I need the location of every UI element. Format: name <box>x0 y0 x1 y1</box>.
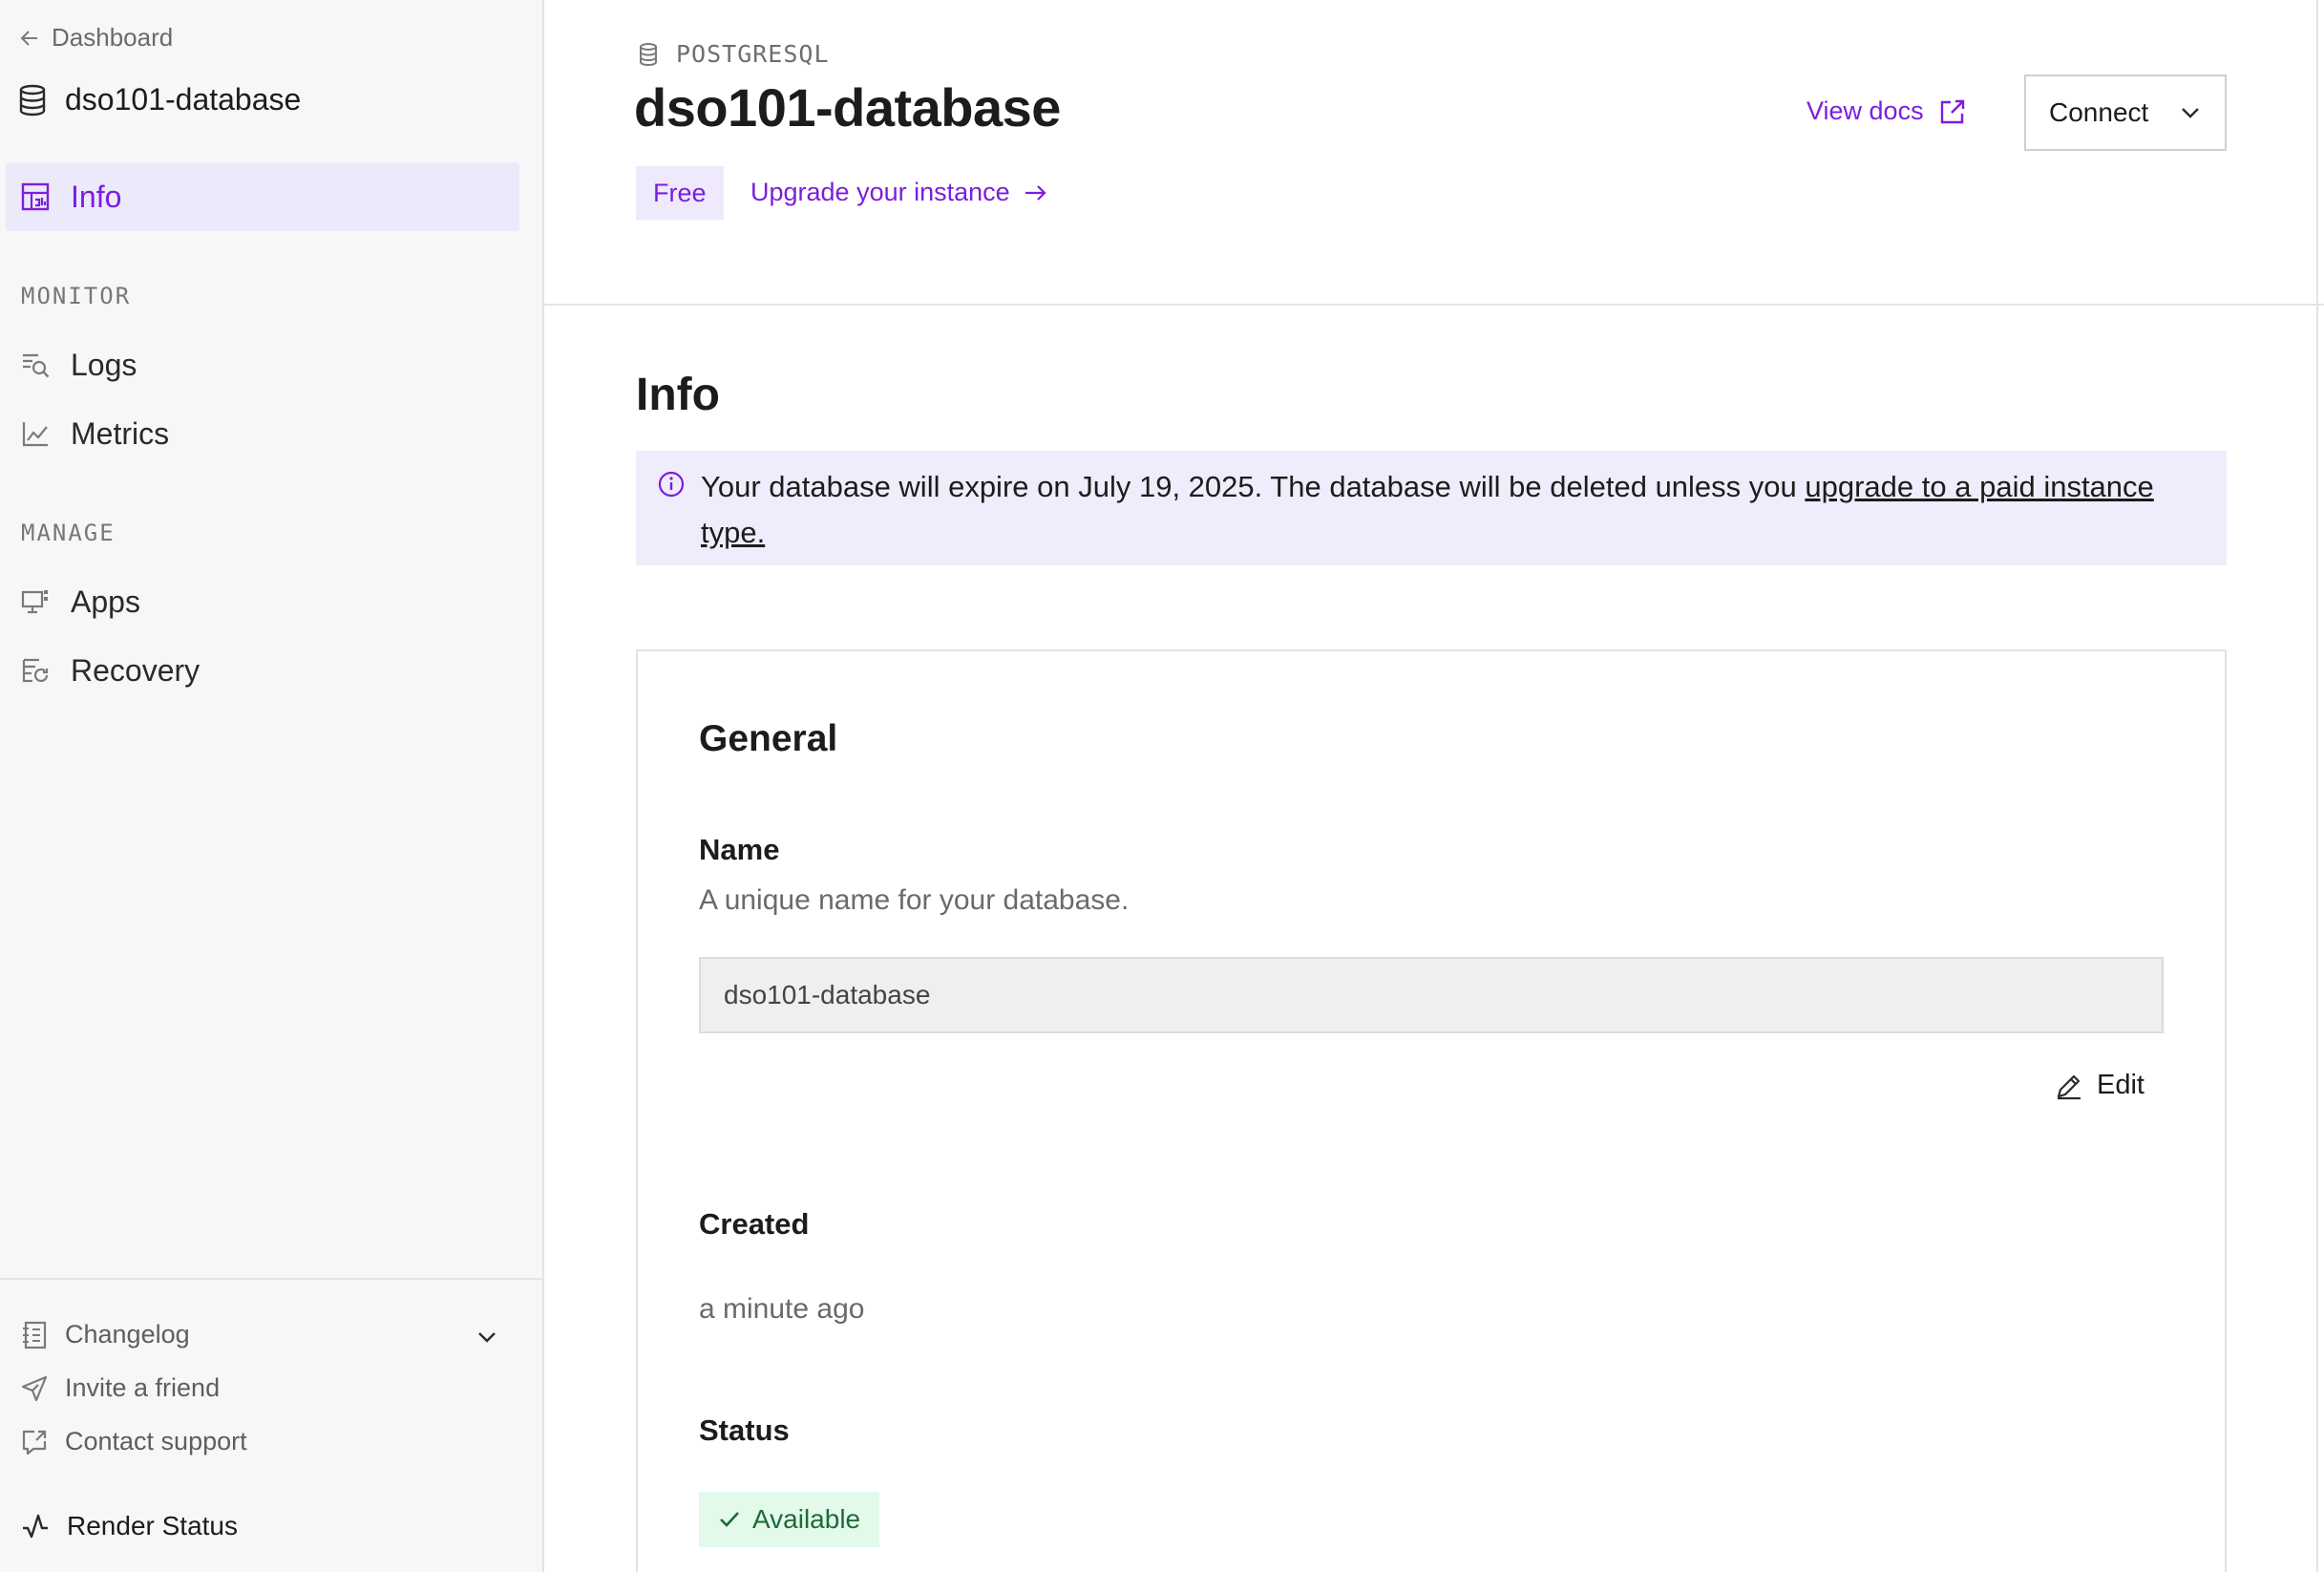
info-circle-icon <box>657 470 686 499</box>
header-divider <box>544 304 2324 306</box>
sidebar: Dashboard dso101-database Info MONITOR L… <box>0 0 544 1572</box>
view-docs-link[interactable]: View docs <box>1806 96 1966 126</box>
status-value: Available <box>752 1504 861 1534</box>
connect-label: Connect <box>2049 97 2149 127</box>
sidebar-item-label: Logs <box>71 347 137 382</box>
database-icon <box>17 84 48 117</box>
external-chat-icon <box>21 1429 48 1455</box>
arrow-right-icon <box>1024 182 1048 203</box>
support-label: Contact support <box>65 1427 247 1455</box>
pencil-icon <box>2055 1072 2083 1100</box>
back-to-dashboard-link[interactable]: Dashboard <box>19 23 173 53</box>
upgrade-label: Upgrade your instance <box>750 178 1010 206</box>
expiry-alert: Your database will expire on July 19, 20… <box>636 451 2227 565</box>
section-title: Info <box>636 370 720 420</box>
view-docs-label: View docs <box>1806 96 1924 125</box>
arrow-left-icon <box>19 28 40 49</box>
plan-badge: Free <box>636 166 724 220</box>
section-heading-monitor: MONITOR <box>21 283 132 309</box>
general-title: General <box>699 718 838 759</box>
sidebar-item-label: Apps <box>71 584 140 619</box>
activity-icon <box>21 1512 50 1540</box>
back-link-label: Dashboard <box>52 23 174 52</box>
name-field[interactable] <box>699 957 2164 1033</box>
sidebar-item-logs[interactable]: Logs <box>6 330 519 399</box>
sidebar-item-metrics[interactable]: Metrics <box>6 399 519 468</box>
service-type-label: POSTGRESQL <box>638 40 830 68</box>
contact-support-link[interactable]: Contact support <box>21 1427 247 1456</box>
status-badge: Available <box>699 1492 880 1547</box>
sidebar-item-label: Info <box>71 179 122 214</box>
chart-line-icon <box>21 419 50 448</box>
page-title: dso101-database <box>634 77 1061 138</box>
name-description: A unique name for your database. <box>699 884 1130 916</box>
log-search-icon <box>21 351 50 379</box>
alert-message: Your database will expire on July 19, 20… <box>701 464 2190 556</box>
chevron-down-icon <box>2179 101 2202 124</box>
created-label: Created <box>699 1207 810 1241</box>
changelog-label: Changelog <box>65 1320 190 1349</box>
upgrade-instance-link[interactable]: Upgrade your instance <box>750 178 1048 207</box>
alert-text: Your database will expire on July 19, 20… <box>701 470 1806 503</box>
name-label: Name <box>699 833 780 866</box>
sidebar-item-label: Metrics <box>71 415 170 451</box>
connect-dropdown-button[interactable]: Connect <box>2024 74 2227 151</box>
invite-label: Invite a friend <box>65 1373 221 1402</box>
sidebar-database-name: dso101-database <box>65 82 302 117</box>
changelog-link[interactable]: Changelog <box>21 1320 190 1349</box>
render-status-link[interactable]: Render Status <box>21 1511 238 1541</box>
edit-label: Edit <box>2097 1070 2144 1100</box>
sidebar-item-recovery[interactable]: Recovery <box>6 636 519 705</box>
sidebar-item-label: Recovery <box>71 652 201 688</box>
render-status-label: Render Status <box>67 1511 238 1540</box>
section-heading-manage: MANAGE <box>21 520 116 546</box>
sidebar-item-info[interactable]: Info <box>6 162 519 231</box>
sidebar-database-title: dso101-database <box>17 82 301 117</box>
check-icon <box>718 1508 741 1531</box>
invite-friend-link[interactable]: Invite a friend <box>21 1373 220 1403</box>
scrollbar-track <box>2316 0 2318 1572</box>
sidebar-item-apps[interactable]: Apps <box>6 567 519 636</box>
recovery-icon <box>21 656 50 685</box>
notebook-icon <box>21 1321 48 1349</box>
sidebar-divider <box>0 1278 544 1280</box>
dashboard-icon <box>21 182 50 211</box>
database-icon <box>638 42 659 67</box>
monitor-icon <box>21 587 50 616</box>
chevron-down-icon[interactable] <box>475 1326 498 1349</box>
status-label: Status <box>699 1413 790 1447</box>
edit-name-button[interactable]: Edit <box>2055 1070 2144 1101</box>
send-icon <box>21 1375 48 1402</box>
service-type-text: POSTGRESQL <box>676 40 830 68</box>
general-card: General Name A unique name for your data… <box>636 649 2227 1572</box>
created-value: a minute ago <box>699 1293 865 1325</box>
external-link-icon <box>1939 98 1966 125</box>
